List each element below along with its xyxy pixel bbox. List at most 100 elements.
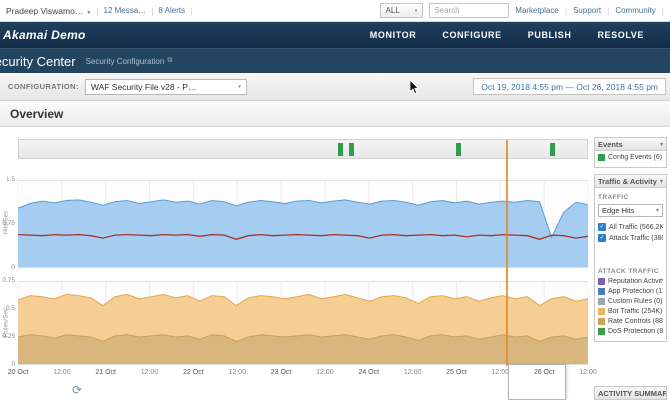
chevron-down-icon: ▼ [86,9,92,16]
nav-configure[interactable]: CONFIGURE [442,30,501,40]
nav-monitor[interactable]: MONITOR [370,30,417,40]
events-panel-title: Events [598,139,623,149]
activity-summary-panel: ACTIVITY SUMMARY [594,386,667,400]
link-marketplace[interactable]: Marketplace [515,6,559,15]
attack-legend-item[interactable]: App Protection (126.1K… [598,288,663,295]
search-scope-select[interactable]: ALL ▾ [379,3,424,18]
y-axis-tick: 0.75 [2,220,15,227]
date-range-picker[interactable]: Oct 19, 2018 4:55 pm — Oct 26, 2018 4:55… [473,78,666,95]
events-timeline[interactable] [18,139,588,159]
x-axis-tick: 12:00 [316,369,334,376]
search-input[interactable] [429,3,510,18]
config-events-legend[interactable]: Config Events (6) [598,154,663,161]
akamai-logo[interactable]: Akamai Demo [3,28,86,42]
activity-summary-title: ACTIVITY SUMMARY [598,388,666,398]
traffic-checkbox-label: All Traffic (566.2K) [609,223,663,231]
page-subtitle-link[interactable]: Security Configuration [86,57,165,66]
y-axis-tick: 0.25 [2,333,15,340]
x-axis-tick: 12:00 [228,369,246,376]
traffic-chart-container [18,180,588,268]
configuration-select[interactable]: WAF Security File v28 - P… ▾ [84,78,247,95]
legend-swatch [598,288,605,295]
mouse-cursor [409,79,421,101]
x-axis-tick: 25 Oct [446,369,467,376]
section-title: Overview [10,106,64,121]
traffic-panel-header[interactable]: Traffic & Activity ▾ [595,175,666,188]
x-axis-tick: 12:00 [491,369,510,376]
loading-spinner: ⟳ [72,383,83,397]
x-axis-tick: 20 Oct [7,369,29,376]
content-area: Hits/Sec Rules/Sec ⟳ 0 0.75 1.5 0 0.25 0.5 0.7… [0,127,670,400]
attack-traffic-label: ATTACK TRAFFIC [598,268,659,275]
chevron-down-icon: ▾ [414,7,418,14]
legend-swatch [598,278,605,285]
legend-swatch [598,308,605,315]
x-axis-tick: 23 Oct [270,369,292,376]
activity-summary-header[interactable]: ACTIVITY SUMMARY [595,387,666,400]
divider: | [661,5,664,16]
attack-chart[interactable] [18,281,588,365]
x-axis-tick: 26 Oct [533,369,555,376]
divider: | [190,5,193,16]
y-axis-tick: 0.5 [5,305,15,312]
legend-swatch [598,298,605,305]
checkbox-icon[interactable]: ✓ [598,223,606,231]
attack-chart-container [18,281,588,365]
config-events-label: Config Events (6) [608,154,663,161]
metric-value: Edge Hits [602,206,635,215]
legend-swatch [598,318,605,325]
chevron-down-icon: ▾ [238,83,241,90]
configuration-label: CONFIGURATION: [8,82,79,91]
traffic-panel-title: Traffic & Activity [598,176,657,186]
metric-select[interactable]: Edge Hits ▾ [598,204,663,217]
legend-label: Bot Traffic (254K) 66.7% [608,308,663,315]
y-axis-tick: 0 [11,361,15,368]
x-axis-tick: 12:00 [53,369,71,376]
x-axis-tick: 24 Oct [358,369,380,376]
attack-legend-item[interactable]: Custom Rules (0) 0.0% [598,298,663,305]
y-axis-tick: 1.5 [5,176,15,183]
divider: | [607,5,610,16]
config-event-marker[interactable] [337,143,343,156]
events-panel: Events ▾ Config Events (6) [594,137,667,168]
legend-label: DoS Protection (898)… [608,328,663,335]
external-link-icon: ⧉ [167,57,173,64]
traffic-checkbox-label: Attack Traffic (380… [609,234,663,242]
x-axis-tick: 22 Oct [183,369,204,376]
alerts-link[interactable]: 8 Alerts [158,6,185,15]
configuration-bar: CONFIGURATION: WAF Security File v28 - P… [0,73,670,101]
legend-label: Reputation Activity (0) [608,278,663,285]
config-events-swatch [598,154,605,161]
divider: | [564,5,568,16]
events-panel-header[interactable]: Events ▾ [595,138,666,151]
crosshair-line [506,140,509,366]
page-title: Security Center [0,53,76,69]
security-center-screen: Pradeep Viswamo… ▼ | 12 Messa… | 8 Alerts… [0,0,670,400]
y-axis-tick: 0 [11,264,15,271]
attack-legend-item[interactable]: Reputation Activity (0) [598,278,663,285]
x-axis-tick: 21 Oct [95,369,116,376]
traffic-chart[interactable] [18,180,588,268]
chart-region: Hits/Sec Rules/Sec ⟳ 0 0.75 1.5 0 0.25 0.5 0.7… [0,127,597,400]
config-event-marker[interactable] [456,143,462,156]
config-event-marker[interactable] [349,143,355,156]
attack-legend-item[interactable]: Rate Controls (884)… [598,318,663,325]
checkbox-icon[interactable]: ✓ [598,234,606,242]
nav-resolve[interactable]: RESOLVE [597,30,644,40]
messages-link[interactable]: 12 Messa… [104,6,147,15]
configuration-value: WAF Security File v28 - P… [90,81,197,92]
traffic-checkbox-row[interactable]: ✓ All Traffic (566.2K) [598,223,663,231]
x-axis-tick: 12:00 [403,369,422,376]
link-community[interactable]: Community [615,6,655,15]
user-name: Pradeep Viswamo… [6,5,84,16]
traffic-checkbox-row[interactable]: ✓Attack Traffic (380… [598,234,663,242]
attack-legend-item[interactable]: DoS Protection (898)… [598,328,663,335]
chevron-down-icon: ▾ [659,178,663,185]
user-menu[interactable]: Pradeep Viswamo… ▼ [6,6,91,16]
legend-swatch [598,328,605,335]
config-event-marker[interactable] [549,143,555,156]
attack-legend-item[interactable]: Bot Traffic (254K) 66.7% [598,308,663,315]
nav-publish[interactable]: PUBLISH [528,30,572,40]
legend-label: App Protection (126.1K… [608,288,663,295]
link-support[interactable]: Support [573,6,601,15]
